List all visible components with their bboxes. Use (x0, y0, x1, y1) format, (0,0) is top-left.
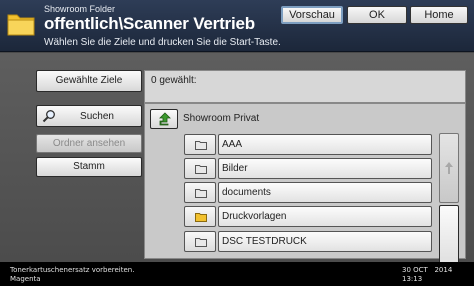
folder-icon (184, 231, 216, 252)
list-item[interactable]: DSC TESTDRUCK (184, 231, 432, 252)
list-item[interactable]: AAA (184, 134, 432, 155)
status-time: 13:13 (402, 275, 423, 283)
up-arrow-icon (159, 112, 171, 126)
selection-count: 0 gewählt: (151, 75, 197, 86)
folder-name: AAA (218, 134, 432, 155)
view-folder-button[interactable]: Ordner ansehen (36, 134, 142, 153)
header-bar: Showroom Folder offentlich\Scanner Vertr… (0, 0, 474, 52)
status-message: Tonerkartuschenersatz vorbereiten. (10, 266, 135, 274)
folder-icon (184, 134, 216, 155)
folder-icon (184, 206, 216, 227)
search-button-label: Suchen (80, 111, 114, 122)
main-panel: Gewählte Ziele Suchen Ordner ansehen Sta… (0, 53, 474, 281)
list-item[interactable]: documents (184, 182, 432, 203)
ok-button[interactable]: OK (347, 6, 407, 24)
status-detail: Magenta (10, 275, 41, 283)
list-item[interactable]: Bilder (184, 158, 432, 179)
search-icon (42, 110, 55, 123)
home-button[interactable]: Home (410, 6, 468, 24)
list-item[interactable]: Druckvorlagen (184, 206, 432, 227)
root-button[interactable]: Stamm (36, 157, 142, 177)
search-button[interactable]: Suchen (36, 105, 142, 127)
page-title: offentlich\Scanner Vertrieb (44, 14, 255, 33)
selected-targets-button[interactable]: Gewählte Ziele (36, 70, 142, 92)
folder-name: Druckvorlagen (218, 206, 432, 227)
status-bar: Tonerkartuschenersatz vorbereiten. Magen… (0, 262, 474, 286)
parent-folder-button[interactable] (150, 109, 178, 129)
preview-button[interactable]: Vorschau (281, 6, 343, 24)
folder-icon (7, 14, 35, 36)
folder-icon (184, 158, 216, 179)
folder-name: Bilder (218, 158, 432, 179)
folder-name: DSC TESTDRUCK (218, 231, 432, 252)
folder-name: documents (218, 182, 432, 203)
arrow-up-icon (445, 162, 453, 174)
folder-icon (184, 182, 216, 203)
status-date: 30 OCT 2014 (402, 266, 453, 274)
instruction-text: Wählen Sie die Ziele und drucken Sie die… (44, 37, 281, 48)
selection-display: 0 gewählt: (144, 70, 466, 103)
scroll-up-button[interactable] (439, 133, 459, 203)
folder-type-label: Showroom Folder (44, 4, 116, 14)
current-folder-label: Showroom Privat (183, 113, 260, 124)
